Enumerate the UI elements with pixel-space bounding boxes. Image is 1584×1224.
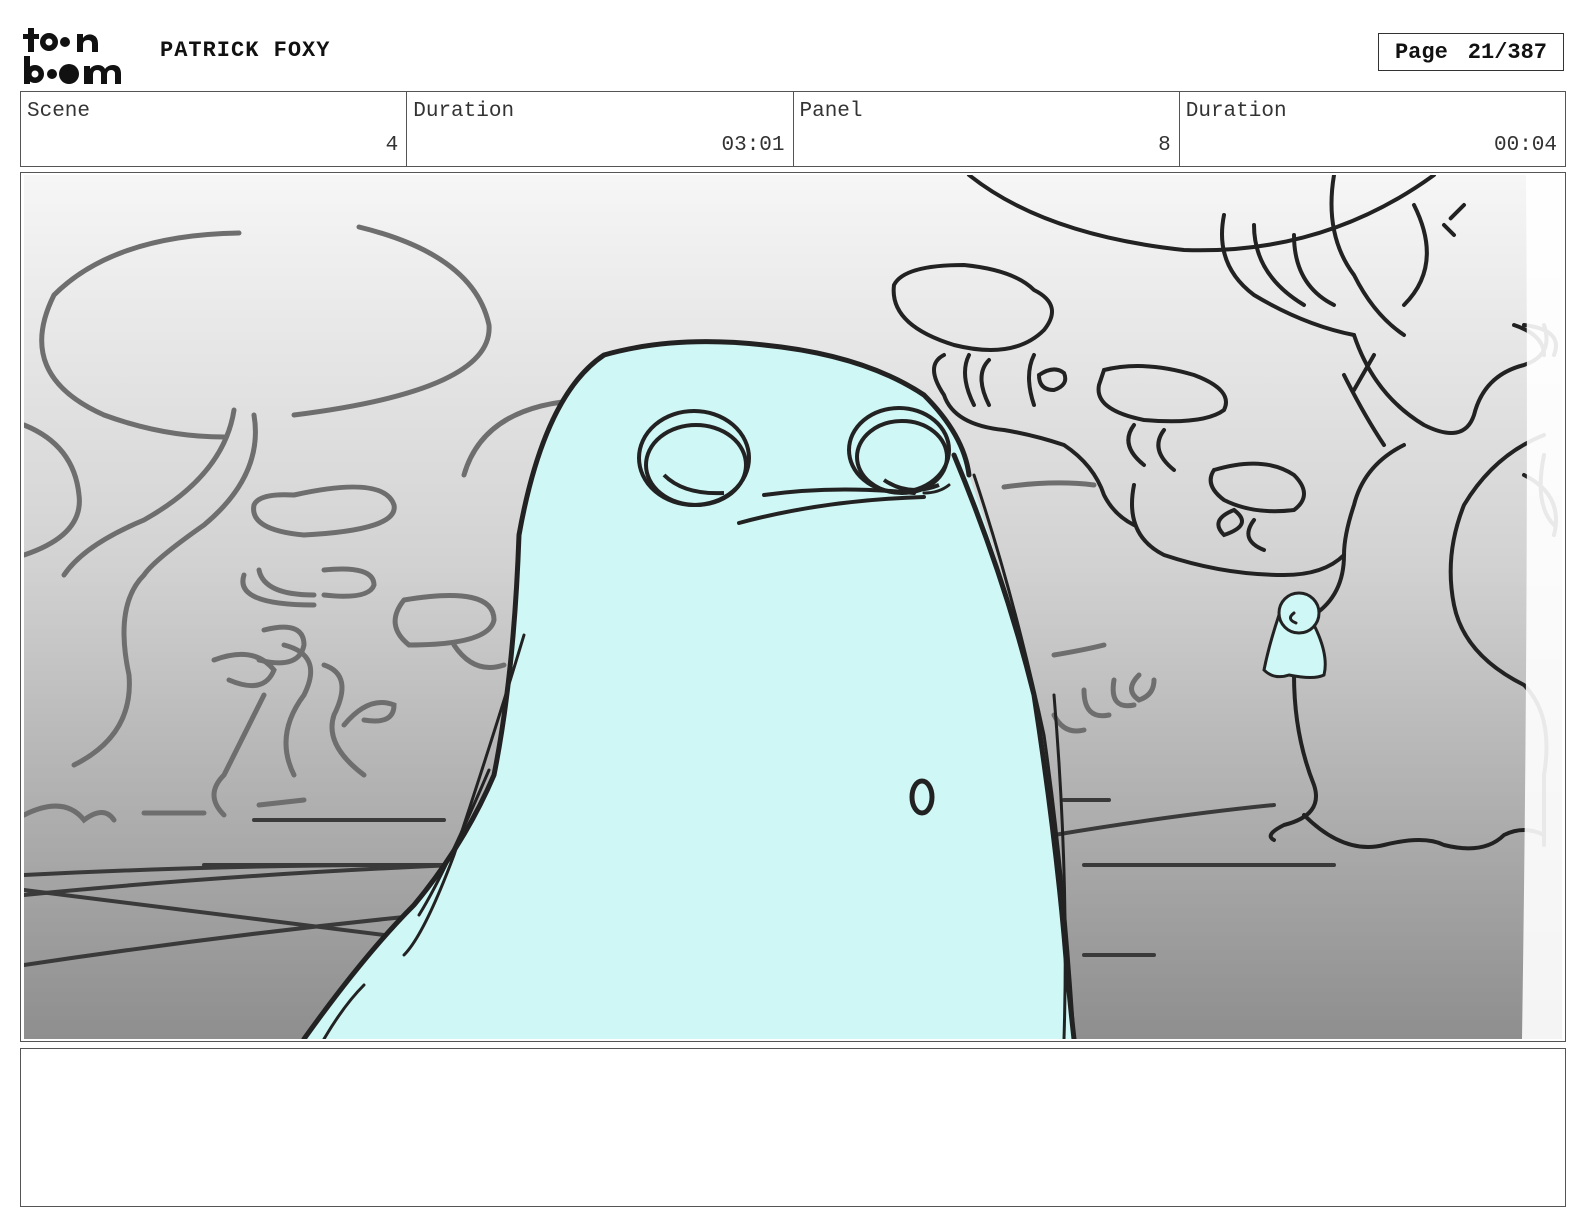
- scene-info-row: Scene 4 Duration 03:01 Panel 8 Duration …: [20, 91, 1566, 167]
- scene-value: 4: [385, 134, 399, 157]
- scene-duration-label: Duration: [413, 100, 515, 123]
- toon-boom-logo: [23, 28, 121, 84]
- panel-duration-value: 00:04: [1493, 134, 1557, 157]
- panel-label: Panel: [799, 100, 863, 123]
- panel-duration-cell: Duration 00:04: [1180, 92, 1565, 166]
- page-indicator: Page 21/387: [1378, 33, 1564, 71]
- storyboard-panel-drawing: [24, 175, 1562, 1039]
- panel-value: 8: [1158, 134, 1171, 157]
- scene-duration-cell: Duration 03:01: [407, 92, 794, 166]
- page-number: 21/387: [1467, 39, 1548, 65]
- page-label: Page: [1394, 39, 1448, 65]
- scene-label: Scene: [27, 100, 91, 123]
- scene-cell: Scene 4: [21, 92, 408, 166]
- panel-notes-box: [20, 1048, 1566, 1207]
- panel-duration-label: Duration: [1185, 100, 1287, 123]
- project-title: PATRICK FOXY: [160, 38, 331, 63]
- scene-duration-value: 03:01: [721, 134, 785, 157]
- panel-cell: Panel 8: [794, 92, 1180, 166]
